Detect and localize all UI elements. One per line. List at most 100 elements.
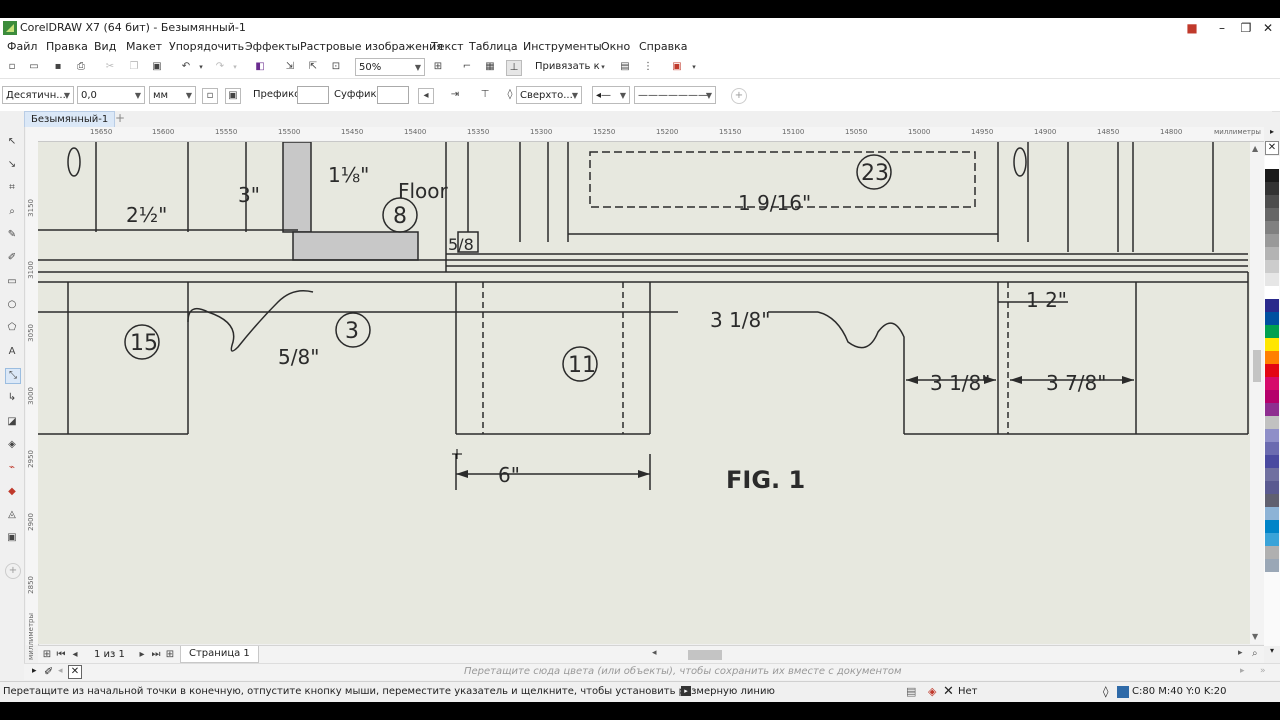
palette-swatch[interactable] [1265,455,1279,468]
rectangle-tool-icon[interactable]: ▭ [5,275,19,289]
palette-swatch[interactable] [1265,156,1279,169]
smart-fill-icon[interactable]: ◬ [5,508,19,522]
new-document-icon[interactable]: ▫ [5,60,19,74]
palette-swatch[interactable] [1265,416,1279,429]
palette-swatch[interactable] [1265,494,1279,507]
eyedropper-icon[interactable]: ✐ [44,665,53,678]
palette-swatch[interactable] [1265,338,1279,351]
prefix-input[interactable] [297,86,329,104]
polygon-tool-icon[interactable]: ⬠ [5,321,19,335]
copy-icon[interactable]: ❐ [127,60,141,74]
vertical-scroll-thumb[interactable] [1253,350,1261,382]
cut-icon[interactable]: ✂ [103,60,117,74]
no-color-swatch-icon[interactable]: ✕ [68,665,82,679]
palette-left-icon[interactable]: ◂ [58,666,63,676]
ellipse-tool-icon[interactable]: ○ [5,298,19,312]
palette-swatch[interactable] [1265,169,1279,182]
palette-swatch[interactable] [1265,221,1279,234]
text-tool-icon[interactable]: A [5,345,19,359]
publish-pdf-icon[interactable]: ⊡ [329,60,343,74]
palette-swatch[interactable] [1265,273,1279,286]
scroll-left-icon[interactable]: ◂ [652,648,657,658]
no-color-swatch-icon[interactable]: ✕ [1265,141,1279,155]
palette-scroll-up-icon[interactable]: ▸ [1264,127,1280,140]
palette-swatch[interactable] [1265,546,1279,559]
application-launcher-icon[interactable]: ▣ [670,60,684,74]
palette-swatch[interactable] [1265,247,1279,260]
palette-swatch[interactable] [1265,481,1279,494]
dimension-tool-icon[interactable]: ⤡ [5,368,21,384]
transparency-icon[interactable]: ◈ [5,438,19,452]
dynamic-dimensioning-icon[interactable]: ◂ [418,88,434,104]
vertical-scrollbar[interactable]: ▲ ▼ [1250,142,1264,644]
show-grid-icon[interactable]: ▦ [483,60,497,74]
page-tab[interactable]: Страница 1 [180,646,259,663]
palette-swatch[interactable] [1265,520,1279,533]
undo-dropdown-icon[interactable]: ▾ [194,60,208,74]
interactive-fill-icon[interactable]: ◆ [5,485,19,499]
scroll-up-icon[interactable]: ▲ [1252,144,1258,153]
menu-table[interactable]: Таблица [469,40,518,53]
document-tab[interactable]: Безымянный-1 [24,111,116,127]
customize-toolbox-icon[interactable]: + [5,563,21,579]
options-icon[interactable]: ▤ [618,60,632,74]
palette-expand-icon[interactable]: » [1260,666,1266,676]
palette-scroll-down-icon[interactable]: ▾ [1264,646,1280,660]
add-page-before-icon[interactable]: ⊞ [40,648,54,662]
outline-width-dropdown[interactable]: Сверхто... ▼ [516,86,582,104]
arrowhead-start-dropdown[interactable]: ◂— ▼ [592,86,630,104]
line-style-dropdown[interactable]: ——————— ▼ [634,86,716,104]
palette-swatch[interactable] [1265,182,1279,195]
horizontal-scroll-thumb[interactable] [688,650,722,660]
pick-tool-icon[interactable]: ↖ [5,135,19,149]
palette-swatch[interactable] [1265,195,1279,208]
snap-to-label[interactable]: Привязать к [535,61,600,72]
menu-view[interactable]: Вид [94,40,116,53]
connector-tool-icon[interactable]: ↳ [5,391,19,405]
fill-indicator-icon[interactable]: ◈ [928,685,936,698]
zoom-level-dropdown[interactable]: 50% ▼ [355,58,425,76]
imported-bitmap-drawing[interactable]: 15 3 11 8 23 Floor 2½" 3" 1⅛" 5/8" 1 9/1… [38,142,1250,644]
undo-icon[interactable]: ↶ [179,60,193,74]
menu-window[interactable]: Окно [601,40,630,53]
menu-help[interactable]: Справка [639,40,687,53]
outline-color-swatch[interactable] [1117,686,1129,698]
add-page-after-icon[interactable]: ⊞ [163,648,177,662]
redo-dropdown-icon[interactable]: ▾ [228,60,242,74]
user-account-icon[interactable]: ■ [1182,20,1202,36]
menu-text[interactable]: Текст [431,40,464,53]
palette-swatch[interactable] [1265,429,1279,442]
palette-swatch[interactable] [1265,286,1279,299]
next-page-icon[interactable]: ▸ [135,648,149,662]
extension-lines-icon[interactable]: ⊤ [478,88,492,102]
palette-swatch[interactable] [1265,507,1279,520]
launcher-dropdown-icon[interactable]: ▾ [687,60,701,74]
zoom-navigator-icon[interactable]: ⌕ [1252,648,1258,659]
add-property-icon[interactable]: + [731,88,747,104]
expand-icon[interactable]: ▸ [32,666,37,676]
artistic-media-icon[interactable]: ✐ [5,251,19,265]
scroll-down-icon[interactable]: ▼ [1252,632,1258,641]
palette-swatch[interactable] [1265,325,1279,338]
palette-swatch[interactable] [1265,351,1279,364]
scroll-right-icon[interactable]: ▸ [1238,648,1243,658]
print-icon[interactable]: ⎙ [74,60,88,74]
palette-right-icon[interactable]: ▸ [1240,666,1245,676]
suffix-input[interactable] [377,86,409,104]
menu-arrange[interactable]: Упорядочить [169,40,244,53]
shape-tool-icon[interactable]: ↘ [5,158,19,172]
dimension-style-dropdown[interactable]: Десятичн... ▼ [2,86,74,104]
paste-icon[interactable]: ▣ [150,60,164,74]
palette-swatch[interactable] [1265,403,1279,416]
ruler-origin[interactable] [26,127,38,141]
show-rulers-icon[interactable]: ⌐ [460,60,474,74]
outline-pen-status-icon[interactable]: ◊ [1103,685,1108,698]
search-content-icon[interactable]: ◧ [253,60,267,74]
save-icon[interactable]: ▪ [51,60,65,74]
last-page-icon[interactable]: ⏭ [149,648,163,662]
minimize-button[interactable]: – [1212,20,1232,36]
menu-file[interactable]: Файл [7,40,37,53]
show-guidelines-icon[interactable]: ⊥ [506,60,522,76]
horizontal-ruler[interactable]: 15650 15600 15550 15500 15450 15400 1535… [38,127,1264,142]
open-icon[interactable]: ▭ [27,60,41,74]
